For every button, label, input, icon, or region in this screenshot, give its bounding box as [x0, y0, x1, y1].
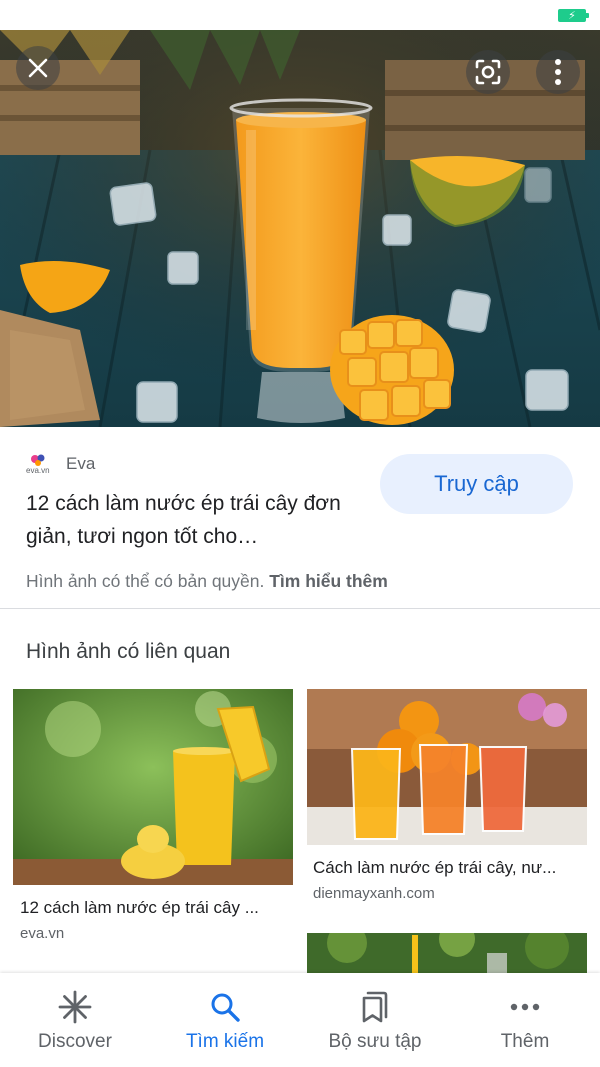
nav-discover[interactable]: Discover	[0, 973, 150, 1067]
nav-collections[interactable]: Bộ sưu tập	[300, 973, 450, 1067]
close-icon	[28, 58, 48, 78]
related-image-thumbnail[interactable]	[307, 933, 587, 973]
asterisk-icon	[57, 989, 93, 1025]
visit-button[interactable]: Truy cập	[380, 454, 573, 514]
nav-more-label: Thêm	[500, 1031, 550, 1052]
source-logo: eva.vn	[26, 453, 58, 475]
nav-search[interactable]: Tìm kiếm	[150, 973, 300, 1067]
search-icon	[207, 989, 243, 1025]
mango-juice-photo	[0, 30, 600, 427]
hero-image[interactable]	[0, 30, 600, 427]
source-row[interactable]: eva.vn Eva	[26, 453, 95, 475]
related-image-card[interactable]: Cách làm nước ép trái cây, nư... dienmay…	[307, 689, 587, 919]
more-horiz-icon	[507, 989, 543, 1025]
nav-more[interactable]: Thêm	[450, 973, 600, 1067]
image-result-panel: eva.vn Eva 12 cách làm nước ép trái cây …	[0, 427, 600, 609]
collections-icon	[357, 989, 393, 1025]
related-image-thumbnail[interactable]	[307, 689, 587, 845]
more-options-button[interactable]	[536, 50, 580, 94]
lens-icon	[475, 59, 501, 85]
copyright-notice: Hình ảnh có thể có bản quyền. Tìm hiểu t…	[26, 571, 388, 592]
nav-search-label: Tìm kiếm	[185, 1031, 265, 1052]
related-image-thumbnail[interactable]	[13, 689, 293, 885]
related-images-heading: Hình ảnh có liên quan	[26, 640, 231, 663]
svg-text:eva.vn: eva.vn	[26, 466, 50, 475]
battery-charging-icon: ⚡	[558, 9, 589, 22]
related-image-card[interactable]	[307, 933, 587, 973]
result-title[interactable]: 12 cách làm nước ép trái cây đơn giản, t…	[26, 487, 356, 553]
source-name[interactable]: Eva	[66, 454, 95, 474]
nav-discover-label: Discover	[38, 1031, 112, 1052]
copyright-text: Hình ảnh có thể có bản quyền.	[26, 571, 270, 591]
related-image-title[interactable]: 12 cách làm nước ép trái cây ...	[20, 898, 259, 918]
related-image-title[interactable]: Cách làm nước ép trái cây, nư...	[313, 858, 556, 878]
related-image-site: eva.vn	[20, 925, 65, 942]
close-button[interactable]	[16, 46, 60, 90]
lens-button[interactable]	[466, 50, 510, 94]
related-image-card[interactable]: 12 cách làm nước ép trái cây ... eva.vn	[13, 689, 293, 949]
status-bar: ⚡	[0, 0, 600, 30]
bottom-navigation: Discover Tìm kiếm Bộ sưu tập Thêm	[0, 973, 600, 1067]
related-image-site: dienmayxanh.com	[313, 885, 435, 902]
more-vert-icon	[555, 59, 561, 85]
nav-collections-label: Bộ sưu tập	[328, 1031, 422, 1052]
learn-more-link[interactable]: Tìm hiểu thêm	[269, 571, 388, 591]
